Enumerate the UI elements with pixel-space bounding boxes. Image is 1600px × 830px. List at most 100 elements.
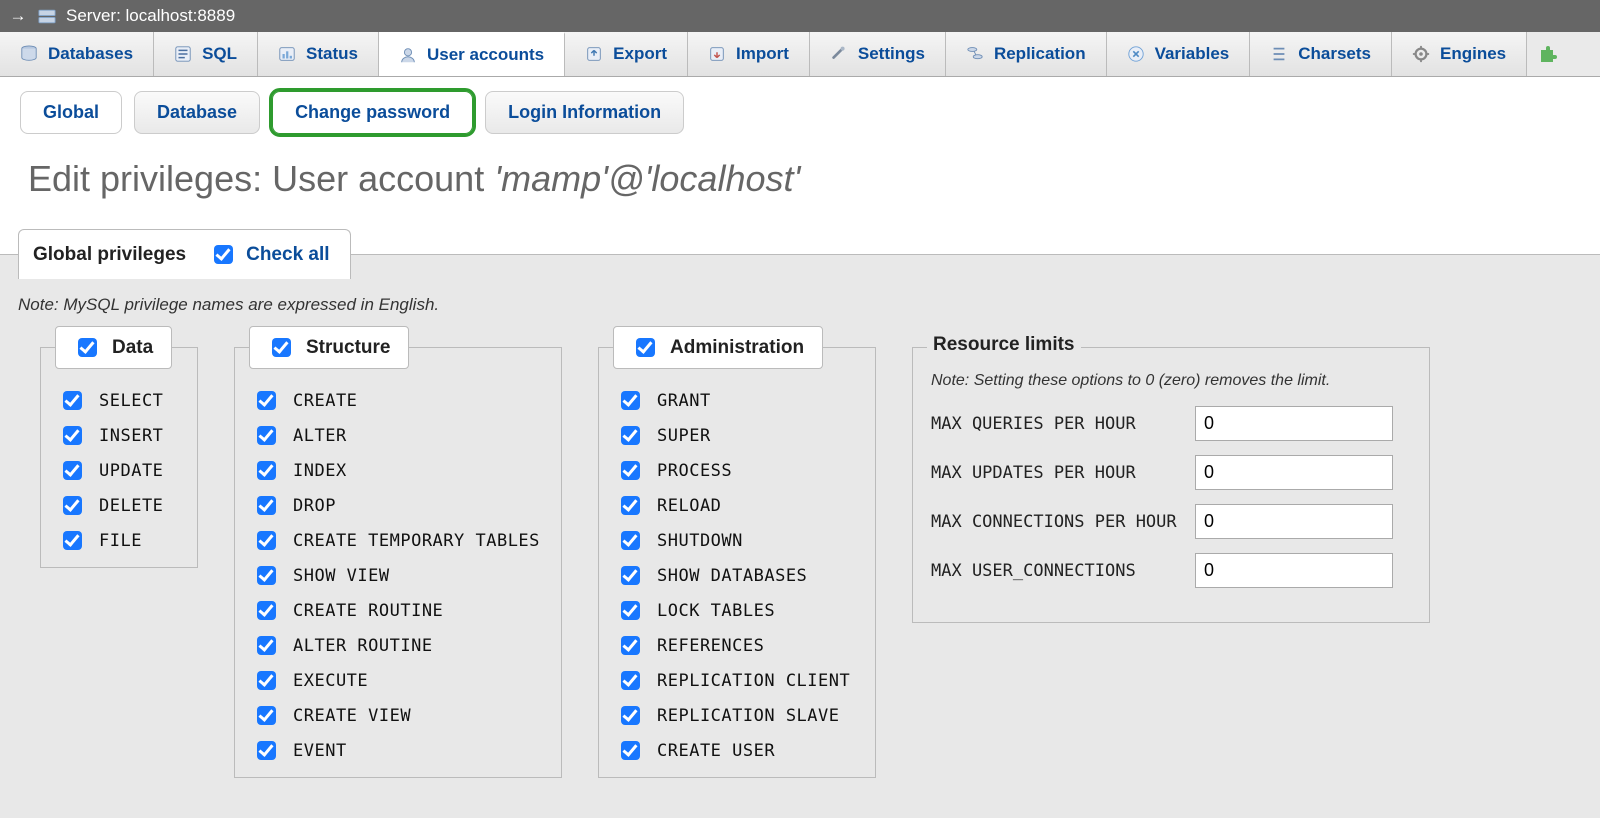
priv-structure-create-view[interactable]: CREATE VIEW [253,703,543,728]
priv-structure-index[interactable]: INDEX [253,458,543,483]
subtab-login-information[interactable]: Login Information [485,91,684,134]
tab-export[interactable]: Export [565,32,688,76]
resource-input-max-updates-per-hour[interactable] [1195,455,1393,490]
tab-user-accounts[interactable]: User accounts [379,32,565,76]
priv-data-file[interactable]: FILE [59,528,179,553]
settings-icon [830,45,848,63]
priv-administration-lock-tables[interactable]: LOCK TABLES [617,598,857,623]
tab-user-accounts-label: User accounts [427,45,544,65]
tab-status[interactable]: Status [258,32,379,76]
priv-data-insert[interactable]: INSERT [59,423,179,448]
tab-charsets[interactable]: Charsets [1250,32,1392,76]
priv-data-delete[interactable]: DELETE [59,493,179,518]
legend-structure[interactable]: Structure [249,326,409,369]
priv-structure-alter-routine[interactable]: ALTER ROUTINE [253,633,543,658]
tab-engines[interactable]: Engines [1392,32,1527,76]
fieldset-resource-limits: Resource limits Note: Setting these opti… [912,347,1430,623]
priv-checkbox[interactable] [621,391,640,410]
priv-administration-show-databases[interactable]: SHOW DATABASES [617,563,857,588]
priv-checkbox[interactable] [621,671,640,690]
check-all-checkbox[interactable] [214,245,233,264]
tab-import[interactable]: Import [688,32,810,76]
tab-sql[interactable]: SQL [154,32,258,76]
priv-administration-shutdown[interactable]: SHUTDOWN [617,528,857,553]
legend-structure-checkbox[interactable] [272,338,291,357]
priv-checkbox[interactable] [257,741,276,760]
priv-administration-replication-client[interactable]: REPLICATION CLIENT [617,668,857,693]
resource-input-max-connections-per-hour[interactable] [1195,504,1393,539]
priv-structure-show-view[interactable]: SHOW VIEW [253,563,543,588]
priv-label: CREATE USER [657,741,775,761]
legend-administration[interactable]: Administration [613,326,823,369]
resource-input-max-queries-per-hour[interactable] [1195,406,1393,441]
tab-status-label: Status [306,44,358,64]
legend-resource-limits: Resource limits [927,334,1081,356]
priv-label: SUPER [657,426,711,446]
tab-settings[interactable]: Settings [810,32,946,76]
priv-checkbox[interactable] [257,461,276,480]
priv-administration-grant[interactable]: GRANT [617,388,857,413]
priv-label: PROCESS [657,461,732,481]
priv-label: CREATE ROUTINE [293,601,443,621]
priv-administration-super[interactable]: SUPER [617,423,857,448]
priv-checkbox[interactable] [621,741,640,760]
resource-input-max-user-connections[interactable] [1195,553,1393,588]
priv-checkbox[interactable] [621,426,640,445]
priv-checkbox[interactable] [257,671,276,690]
priv-administration-create-user[interactable]: CREATE USER [617,738,857,763]
priv-checkbox[interactable] [63,426,82,445]
priv-structure-event[interactable]: EVENT [253,738,543,763]
priv-checkbox[interactable] [621,496,640,515]
priv-structure-create-routine[interactable]: CREATE ROUTINE [253,598,543,623]
tab-variables[interactable]: Variables [1107,32,1251,76]
priv-data-select[interactable]: SELECT [59,388,179,413]
tab-replication[interactable]: Replication [946,32,1107,76]
priv-administration-replication-slave[interactable]: REPLICATION SLAVE [617,703,857,728]
priv-checkbox[interactable] [63,461,82,480]
priv-checkbox[interactable] [63,496,82,515]
plugins-icon[interactable] [1527,32,1567,76]
priv-administration-process[interactable]: PROCESS [617,458,857,483]
priv-structure-drop[interactable]: DROP [253,493,543,518]
engines-icon [1412,45,1430,63]
legend-data-checkbox[interactable] [78,338,97,357]
priv-administration-reload[interactable]: RELOAD [617,493,857,518]
priv-structure-alter[interactable]: ALTER [253,423,543,448]
priv-label: DROP [293,496,336,516]
priv-checkbox[interactable] [63,531,82,550]
priv-checkbox[interactable] [257,566,276,585]
priv-checkbox[interactable] [257,531,276,550]
subtab-global[interactable]: Global [20,91,122,134]
priv-checkbox[interactable] [257,601,276,620]
priv-checkbox[interactable] [621,636,640,655]
priv-checkbox[interactable] [621,461,640,480]
priv-structure-execute[interactable]: EXECUTE [253,668,543,693]
priv-checkbox[interactable] [257,391,276,410]
tab-databases[interactable]: Databases [0,32,154,76]
priv-checkbox[interactable] [63,391,82,410]
tab-settings-label: Settings [858,44,925,64]
priv-checkbox[interactable] [621,566,640,585]
subtab-change-password[interactable]: Change password [272,91,473,134]
resource-row-2: MAX CONNECTIONS PER HOUR [931,504,1411,539]
server-icon [38,9,56,24]
check-all[interactable]: Check all [210,242,329,267]
legend-data[interactable]: Data [55,326,172,369]
subtab-database[interactable]: Database [134,91,260,134]
legend-administration-label: Administration [670,337,804,359]
priv-checkbox[interactable] [257,636,276,655]
legend-administration-checkbox[interactable] [636,338,655,357]
priv-data-update[interactable]: UPDATE [59,458,179,483]
priv-checkbox[interactable] [621,706,640,725]
nav-arrow-icon[interactable]: → [8,6,28,26]
tab-sql-label: SQL [202,44,237,64]
priv-checkbox[interactable] [257,496,276,515]
priv-administration-references[interactable]: REFERENCES [617,633,857,658]
priv-checkbox[interactable] [257,706,276,725]
priv-structure-create[interactable]: CREATE [253,388,543,413]
priv-checkbox[interactable] [621,601,640,620]
priv-label: GRANT [657,391,711,411]
priv-structure-create-temporary-tables[interactable]: CREATE TEMPORARY TABLES [253,528,543,553]
priv-checkbox[interactable] [257,426,276,445]
priv-checkbox[interactable] [621,531,640,550]
